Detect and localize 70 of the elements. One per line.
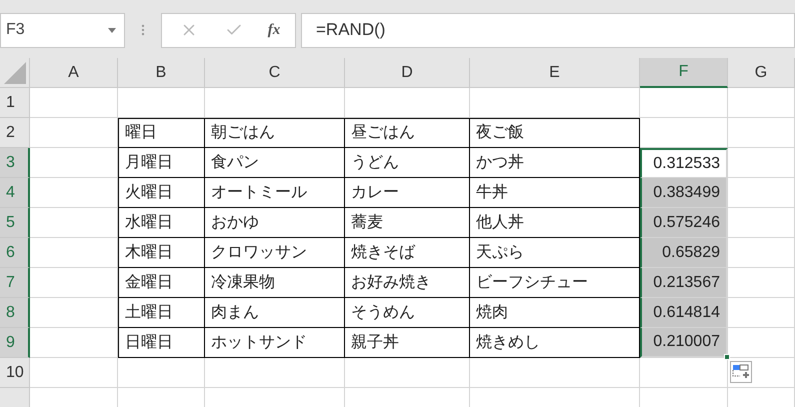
grid-cell — [728, 238, 795, 268]
table-cell: 0.210007 — [640, 328, 728, 358]
table-cell: 焼きそば — [345, 238, 470, 268]
insert-function-button[interactable]: fx — [268, 18, 280, 42]
column-header[interactable]: C — [205, 58, 345, 88]
fill-handle[interactable] — [724, 354, 730, 360]
table-cell: 朝ごはん — [205, 118, 345, 148]
table-cell: 昼ごはん — [345, 118, 470, 148]
table-cell: 焼肉 — [470, 298, 640, 328]
grid-cell — [728, 208, 795, 238]
row-header[interactable]: 1 — [0, 88, 30, 118]
table-cell: うどん — [345, 148, 470, 178]
table-cell: 他人丼 — [470, 208, 640, 238]
table-cell: 焼きめし — [470, 328, 640, 358]
row-header[interactable]: 3 — [0, 148, 30, 178]
column-header[interactable]: A — [30, 58, 118, 88]
table-cell: 0.213567 — [640, 268, 728, 298]
table-cell: カレー — [345, 178, 470, 208]
table-cell: おかゆ — [205, 208, 345, 238]
row-header[interactable]: 8 — [0, 298, 30, 328]
name-box[interactable]: F3 — [0, 12, 125, 48]
quick-analysis-icon[interactable] — [730, 361, 752, 383]
table-cell: オートミール — [205, 178, 345, 208]
dropdown-caret-icon — [108, 28, 116, 32]
grid-cell — [728, 148, 795, 178]
row-header[interactable]: 5 — [0, 208, 30, 238]
table-cell: 曜日 — [118, 118, 205, 148]
table-cell: 水曜日 — [118, 208, 205, 238]
table-cell: お好み焼き — [345, 268, 470, 298]
row-header[interactable]: 10 — [0, 358, 30, 388]
table-cell: 0.575246 — [640, 208, 728, 238]
table-cell: 0.312533 — [640, 148, 728, 178]
table-cell: 冷凍果物 — [205, 268, 345, 298]
grid-cell — [728, 118, 795, 148]
row-header[interactable]: 9 — [0, 328, 30, 358]
column-header[interactable]: B — [118, 58, 205, 88]
table-cell: 火曜日 — [118, 178, 205, 208]
table-cell: 金曜日 — [118, 268, 205, 298]
table-cell: 月曜日 — [118, 148, 205, 178]
table-cell: 蕎麦 — [345, 208, 470, 238]
column-header[interactable]: G — [728, 58, 795, 88]
formula-field[interactable]: =RAND() — [301, 12, 795, 48]
grid-cell — [728, 88, 795, 118]
grid-cell — [728, 298, 795, 328]
table-cell: かつ丼 — [470, 148, 640, 178]
column-header[interactable]: D — [345, 58, 470, 88]
table-cell: 0.65829 — [640, 238, 728, 268]
table-cell: 0.614814 — [640, 298, 728, 328]
table-cell: 親子丼 — [345, 328, 470, 358]
grid-cell — [728, 178, 795, 208]
table-cell: ホットサンド — [205, 328, 345, 358]
table-cell: 肉まん — [205, 298, 345, 328]
table-cell: そうめん — [345, 298, 470, 328]
row-header[interactable]: 6 — [0, 238, 30, 268]
table-cell: クロワッサン — [205, 238, 345, 268]
table-cell: ビーフシチュー — [470, 268, 640, 298]
table-cell: 食パン — [205, 148, 345, 178]
row-header[interactable]: 7 — [0, 268, 30, 298]
grid-cell — [728, 268, 795, 298]
table-cell: 日曜日 — [118, 328, 205, 358]
table-cell: 夜ご飯 — [470, 118, 640, 148]
row-header[interactable]: 2 — [0, 118, 30, 148]
column-header[interactable]: E — [470, 58, 640, 88]
row-header[interactable]: 4 — [0, 178, 30, 208]
table-cell: 牛丼 — [470, 178, 640, 208]
table-cell: 0.383499 — [640, 178, 728, 208]
table-cell: 木曜日 — [118, 238, 205, 268]
table-cell: 土曜日 — [118, 298, 205, 328]
column-header[interactable]: F — [640, 58, 728, 88]
table-cell: 天ぷら — [470, 238, 640, 268]
